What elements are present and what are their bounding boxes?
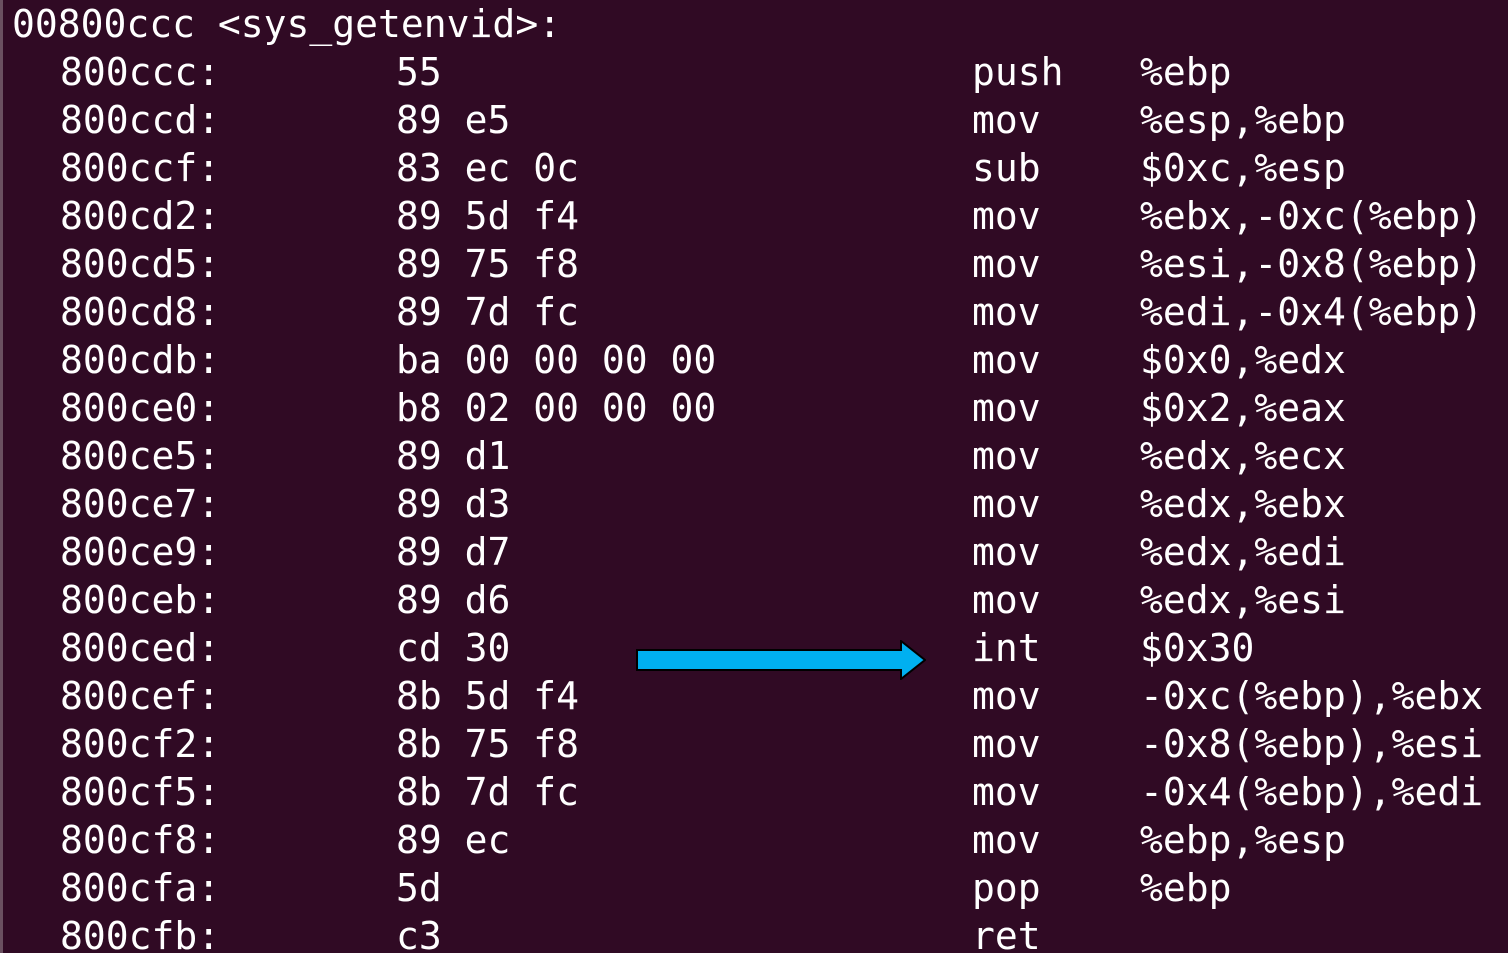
instruction-mnemonic: pop [972, 866, 1041, 910]
instruction-mnemonic: mov [972, 194, 1041, 238]
machine-code-bytes: 55 [396, 50, 442, 94]
disassembly-line: 800ce0: b8 02 00 00 00 mov $0x2,%eax [0, 384, 1508, 432]
machine-code-bytes: 89 d3 [396, 482, 511, 526]
instruction-address: 800ccd: [60, 98, 221, 142]
machine-code-bytes: cd 30 [396, 626, 511, 670]
instruction-operands: %esp,%ebp [1140, 98, 1346, 142]
instruction-operands: %ebp [1140, 50, 1232, 94]
instruction-address: 800ce7: [60, 482, 221, 526]
disassembly-line: 800cd2: 89 5d f4 mov %ebx,-0xc(%ebp) [0, 192, 1508, 240]
instruction-operands: -0x8(%ebp),%esi [1140, 722, 1484, 766]
instruction-operands: $0x2,%eax [1140, 386, 1346, 430]
instruction-operands: %esi,-0x8(%ebp) [1140, 242, 1484, 286]
instruction-mnemonic: mov [972, 434, 1041, 478]
machine-code-bytes: c3 [396, 914, 442, 953]
disassembly-line: 800cdb: ba 00 00 00 00 mov $0x0,%edx [0, 336, 1508, 384]
machine-code-bytes: b8 02 00 00 00 [396, 386, 717, 430]
instruction-mnemonic: mov [972, 674, 1041, 718]
instruction-mnemonic: mov [972, 386, 1041, 430]
terminal-window: 00800ccc <sys_getenvid>: 800ccc: 55 push %e… [0, 0, 1508, 953]
instruction-address: 800cd5: [60, 242, 221, 286]
instruction-address: 800ce0: [60, 386, 221, 430]
instruction-operands: %edx,%edi [1140, 530, 1346, 574]
instruction-operands: $0xc,%esp [1140, 146, 1346, 190]
machine-code-bytes: 83 ec 0c [396, 146, 580, 190]
disassembly-line: 800ccd: 89 e5 mov %esp,%ebp [0, 96, 1508, 144]
disassembly-line: 800cf5: 8b 7d fc mov -0x4(%ebp),%edi [0, 768, 1508, 816]
instruction-mnemonic: ret [972, 914, 1041, 953]
machine-code-bytes: 8b 5d f4 [396, 674, 580, 718]
function-header: 00800ccc <sys_getenvid>: [12, 2, 562, 46]
disassembly-line: 800ce9: 89 d7 mov %edx,%edi [0, 528, 1508, 576]
instruction-operands: %edx,%ecx [1140, 434, 1346, 478]
instruction-mnemonic: sub [972, 146, 1041, 190]
disassembly-line: 800ce7: 89 d3 mov %edx,%ebx [0, 480, 1508, 528]
disassembly-listing: 800ccc: 55 push %ebp 800ccd: 89 e5 mov %esp,%eb… [0, 48, 1508, 953]
instruction-address: 800ceb: [60, 578, 221, 622]
instruction-operands: $0x0,%edx [1140, 338, 1346, 382]
disassembly-line: 800ccc: 55 push %ebp [0, 48, 1508, 96]
machine-code-bytes: ba 00 00 00 00 [396, 338, 717, 382]
instruction-mnemonic: int [972, 626, 1041, 670]
machine-code-bytes: 8b 75 f8 [396, 722, 580, 766]
machine-code-bytes: 5d [396, 866, 442, 910]
instruction-operands: -0x4(%ebp),%edi [1140, 770, 1484, 814]
instruction-mnemonic: mov [972, 338, 1041, 382]
instruction-address: 800cf8: [60, 818, 221, 862]
instruction-address: 800cf5: [60, 770, 221, 814]
disassembly-line: 800ce5: 89 d1 mov %edx,%ecx [0, 432, 1508, 480]
disassembly-line: 800cf8: 89 ec mov %ebp,%esp [0, 816, 1508, 864]
instruction-mnemonic: mov [972, 482, 1041, 526]
instruction-mnemonic: push [972, 50, 1064, 94]
instruction-operands: %ebx,-0xc(%ebp) [1140, 194, 1484, 238]
arrow-right-icon [636, 640, 926, 680]
instruction-operands: %edx,%ebx [1140, 482, 1346, 526]
instruction-address: 800cd2: [60, 194, 221, 238]
instruction-mnemonic: mov [972, 530, 1041, 574]
machine-code-bytes: 89 d7 [396, 530, 511, 574]
machine-code-bytes: 89 7d fc [396, 290, 580, 334]
instruction-address: 800cef: [60, 674, 221, 718]
instruction-address: 800ce5: [60, 434, 221, 478]
instruction-mnemonic: mov [972, 578, 1041, 622]
instruction-address: 800cfb: [60, 914, 221, 953]
machine-code-bytes: 89 e5 [396, 98, 511, 142]
instruction-operands: %ebp,%esp [1140, 818, 1346, 862]
instruction-address: 800cdb: [60, 338, 221, 382]
disassembly-line: 800cfb: c3 ret [0, 912, 1508, 953]
instruction-operands: -0xc(%ebp),%ebx [1140, 674, 1484, 718]
instruction-operands: %ebp [1140, 866, 1232, 910]
instruction-mnemonic: mov [972, 770, 1041, 814]
instruction-mnemonic: mov [972, 722, 1041, 766]
disassembly-line: 800cd8: 89 7d fc mov %edi,-0x4(%ebp) [0, 288, 1508, 336]
instruction-mnemonic: mov [972, 98, 1041, 142]
instruction-mnemonic: mov [972, 290, 1041, 334]
instruction-operands: %edx,%esi [1140, 578, 1346, 622]
instruction-address: 800cd8: [60, 290, 221, 334]
instruction-operands: %edi,-0x4(%ebp) [1140, 290, 1484, 334]
instruction-address: 800ccf: [60, 146, 221, 190]
instruction-mnemonic: mov [972, 818, 1041, 862]
machine-code-bytes: 8b 7d fc [396, 770, 580, 814]
disassembly-line: 800cfa: 5d pop %ebp [0, 864, 1508, 912]
instruction-address: 800ccc: [60, 50, 221, 94]
disassembly-line: 800ceb: 89 d6 mov %edx,%esi [0, 576, 1508, 624]
instruction-address: 800cfa: [60, 866, 221, 910]
machine-code-bytes: 89 d1 [396, 434, 511, 478]
machine-code-bytes: 89 5d f4 [396, 194, 580, 238]
instruction-address: 800ced: [60, 626, 221, 670]
machine-code-bytes: 89 d6 [396, 578, 511, 622]
instruction-operands: $0x30 [1140, 626, 1255, 670]
disassembly-line: 800cf2: 8b 75 f8 mov -0x8(%ebp),%esi [0, 720, 1508, 768]
instruction-mnemonic: mov [972, 242, 1041, 286]
instruction-address: 800cf2: [60, 722, 221, 766]
machine-code-bytes: 89 ec [396, 818, 511, 862]
machine-code-bytes: 89 75 f8 [396, 242, 580, 286]
disassembly-line: 800ccf: 83 ec 0c sub $0xc,%esp [0, 144, 1508, 192]
disassembly-line: 800cd5: 89 75 f8 mov %esi,-0x8(%ebp) [0, 240, 1508, 288]
instruction-address: 800ce9: [60, 530, 221, 574]
